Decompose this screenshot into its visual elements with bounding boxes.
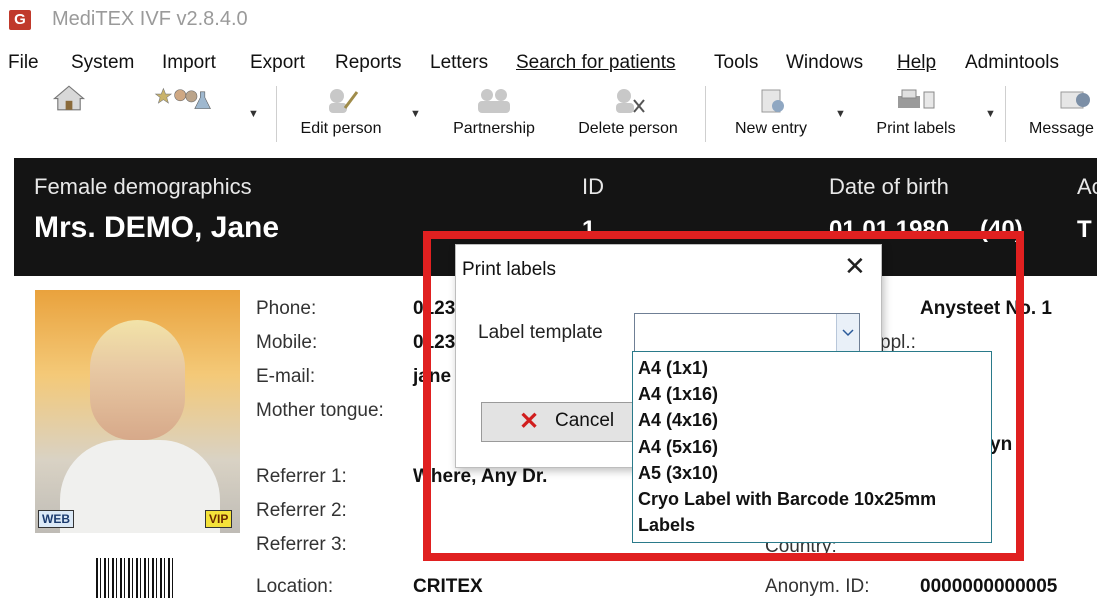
patient-photo[interactable]: [35, 290, 240, 533]
mobile-value: 0123: [413, 332, 456, 353]
referrer2-label: Referrer 2:: [256, 500, 347, 521]
label-template-label: Label template: [478, 322, 603, 343]
barcode-icon: [96, 558, 176, 598]
edit-person-button[interactable]: Edit person: [286, 80, 396, 146]
delete-person-icon: [616, 89, 645, 113]
patients-lab-button[interactable]: [128, 80, 238, 146]
menu-admintools[interactable]: Admintools: [965, 52, 1059, 74]
menu-system[interactable]: System: [71, 52, 134, 74]
dialog-title: Print labels: [462, 259, 556, 280]
menu-import[interactable]: Import: [162, 52, 216, 74]
partnership-button[interactable]: Partnership: [440, 80, 548, 146]
messages-button[interactable]: Message: [1025, 80, 1097, 146]
phone-label: Phone:: [256, 298, 317, 319]
menu-letters[interactable]: Letters: [430, 52, 488, 74]
patients-lab-icon: [154, 87, 211, 109]
dropdown-option[interactable]: A4 (1x1): [638, 358, 708, 379]
city-suffix-value: yn: [990, 434, 1013, 455]
new-entry-label: New entry: [734, 120, 808, 137]
edit-person-icon: [329, 89, 359, 113]
dropdown-option[interactable]: A4 (5x16): [638, 437, 718, 458]
web-badge: WEB: [38, 510, 74, 528]
dropdown-option[interactable]: A4 (4x16): [638, 410, 718, 431]
new-entry-icon: [761, 89, 784, 113]
message-icon: [1060, 91, 1090, 109]
vip-badge: VIP: [205, 510, 233, 528]
dropdown-option[interactable]: A5 (3x10): [638, 463, 718, 484]
photo-body: [60, 440, 220, 533]
new-entry-dropdown-icon[interactable]: ▼: [835, 108, 846, 120]
partnership-label: Partnership: [453, 120, 535, 137]
toolbar-separator: [276, 86, 277, 142]
chevron-down-icon[interactable]: [836, 314, 859, 352]
menu-bar: File System Import Export Reports Letter…: [0, 50, 1097, 78]
cancel-icon: ✕: [519, 408, 540, 435]
print-labels-button[interactable]: Print labels: [862, 80, 970, 146]
location-label: Location:: [256, 576, 334, 597]
mobile-label: Mobile:: [256, 332, 318, 353]
email-value: jane: [413, 366, 452, 387]
menu-help[interactable]: Help: [897, 52, 936, 74]
home-button[interactable]: [34, 80, 104, 146]
new-entry-button[interactable]: New entry: [716, 80, 826, 146]
anonym-id-label: Anonym. ID:: [765, 576, 870, 597]
toolbar-separator: [705, 86, 706, 142]
section-label: Female demographics: [34, 174, 252, 199]
photo-face: [90, 320, 185, 440]
menu-export[interactable]: Export: [250, 52, 305, 74]
home-icon: [52, 85, 86, 111]
edit-person-label: Edit person: [300, 120, 382, 137]
toolbar-separator: [1005, 86, 1006, 142]
phone-value: 0123: [413, 298, 456, 319]
window-title: MediTEX IVF v2.8.4.0: [52, 8, 248, 30]
menu-reports[interactable]: Reports: [335, 52, 402, 74]
extra-label: Ac: [1077, 174, 1097, 199]
edit-person-dropdown-icon[interactable]: ▼: [410, 108, 421, 120]
menu-file[interactable]: File: [8, 52, 39, 74]
menu-windows[interactable]: Windows: [786, 52, 863, 74]
menu-tools[interactable]: Tools: [714, 52, 758, 74]
referrer1-value: Where, Any Dr.: [413, 466, 548, 487]
print-labels-label: Print labels: [876, 120, 956, 137]
id-label: ID: [582, 174, 604, 199]
dropdown-option[interactable]: A4 (1x16): [638, 384, 718, 405]
dob-label: Date of birth: [829, 174, 949, 199]
anonym-id-value: 0000000000005: [920, 576, 1058, 597]
cancel-label: Cancel: [555, 410, 615, 431]
street-value: Anysteet No. 1: [920, 298, 1052, 319]
extra-value: T: [1077, 216, 1092, 243]
messages-label: Message: [1029, 120, 1094, 137]
toolbar: ▼ Edit person ▼ Partnership Delete perso…: [0, 80, 1097, 150]
printer-icon: [898, 89, 935, 109]
title-bar: G MediTEX IVF v2.8.4.0: [0, 0, 1097, 40]
email-label: E-mail:: [256, 366, 316, 387]
cancel-button[interactable]: ✕ Cancel: [481, 402, 643, 442]
id-value: 1: [582, 216, 596, 243]
referrer1-label: Referrer 1:: [256, 466, 347, 487]
app-logo-icon: G: [9, 10, 31, 30]
patients-dropdown-icon[interactable]: ▼: [248, 108, 259, 120]
partnership-icon: [478, 89, 510, 113]
patient-name: Mrs. DEMO, Jane: [34, 211, 280, 244]
close-icon[interactable]: ✕: [844, 253, 866, 279]
label-template-select[interactable]: [634, 313, 860, 353]
dropdown-option[interactable]: Cryo Label with Barcode 10x25mm: [638, 489, 936, 510]
mother-tongue-label: Mother tongue:: [256, 400, 384, 421]
chevron-svg: [842, 329, 854, 337]
referrer3-label: Referrer 3:: [256, 534, 347, 555]
label-template-dropdown: A4 (1x1) A4 (1x16) A4 (4x16) A4 (5x16) A…: [632, 351, 992, 543]
dropdown-option[interactable]: Labels: [638, 515, 695, 536]
menu-search-for-patients[interactable]: Search for patients: [516, 52, 675, 74]
location-value: CRITEX: [413, 576, 483, 597]
delete-person-button[interactable]: Delete person: [564, 80, 692, 146]
dob-value: 01.01.1980: [829, 216, 950, 243]
age-value: (40): [980, 216, 1023, 243]
delete-person-label: Delete person: [578, 120, 678, 137]
print-labels-dropdown-icon[interactable]: ▼: [985, 108, 996, 120]
